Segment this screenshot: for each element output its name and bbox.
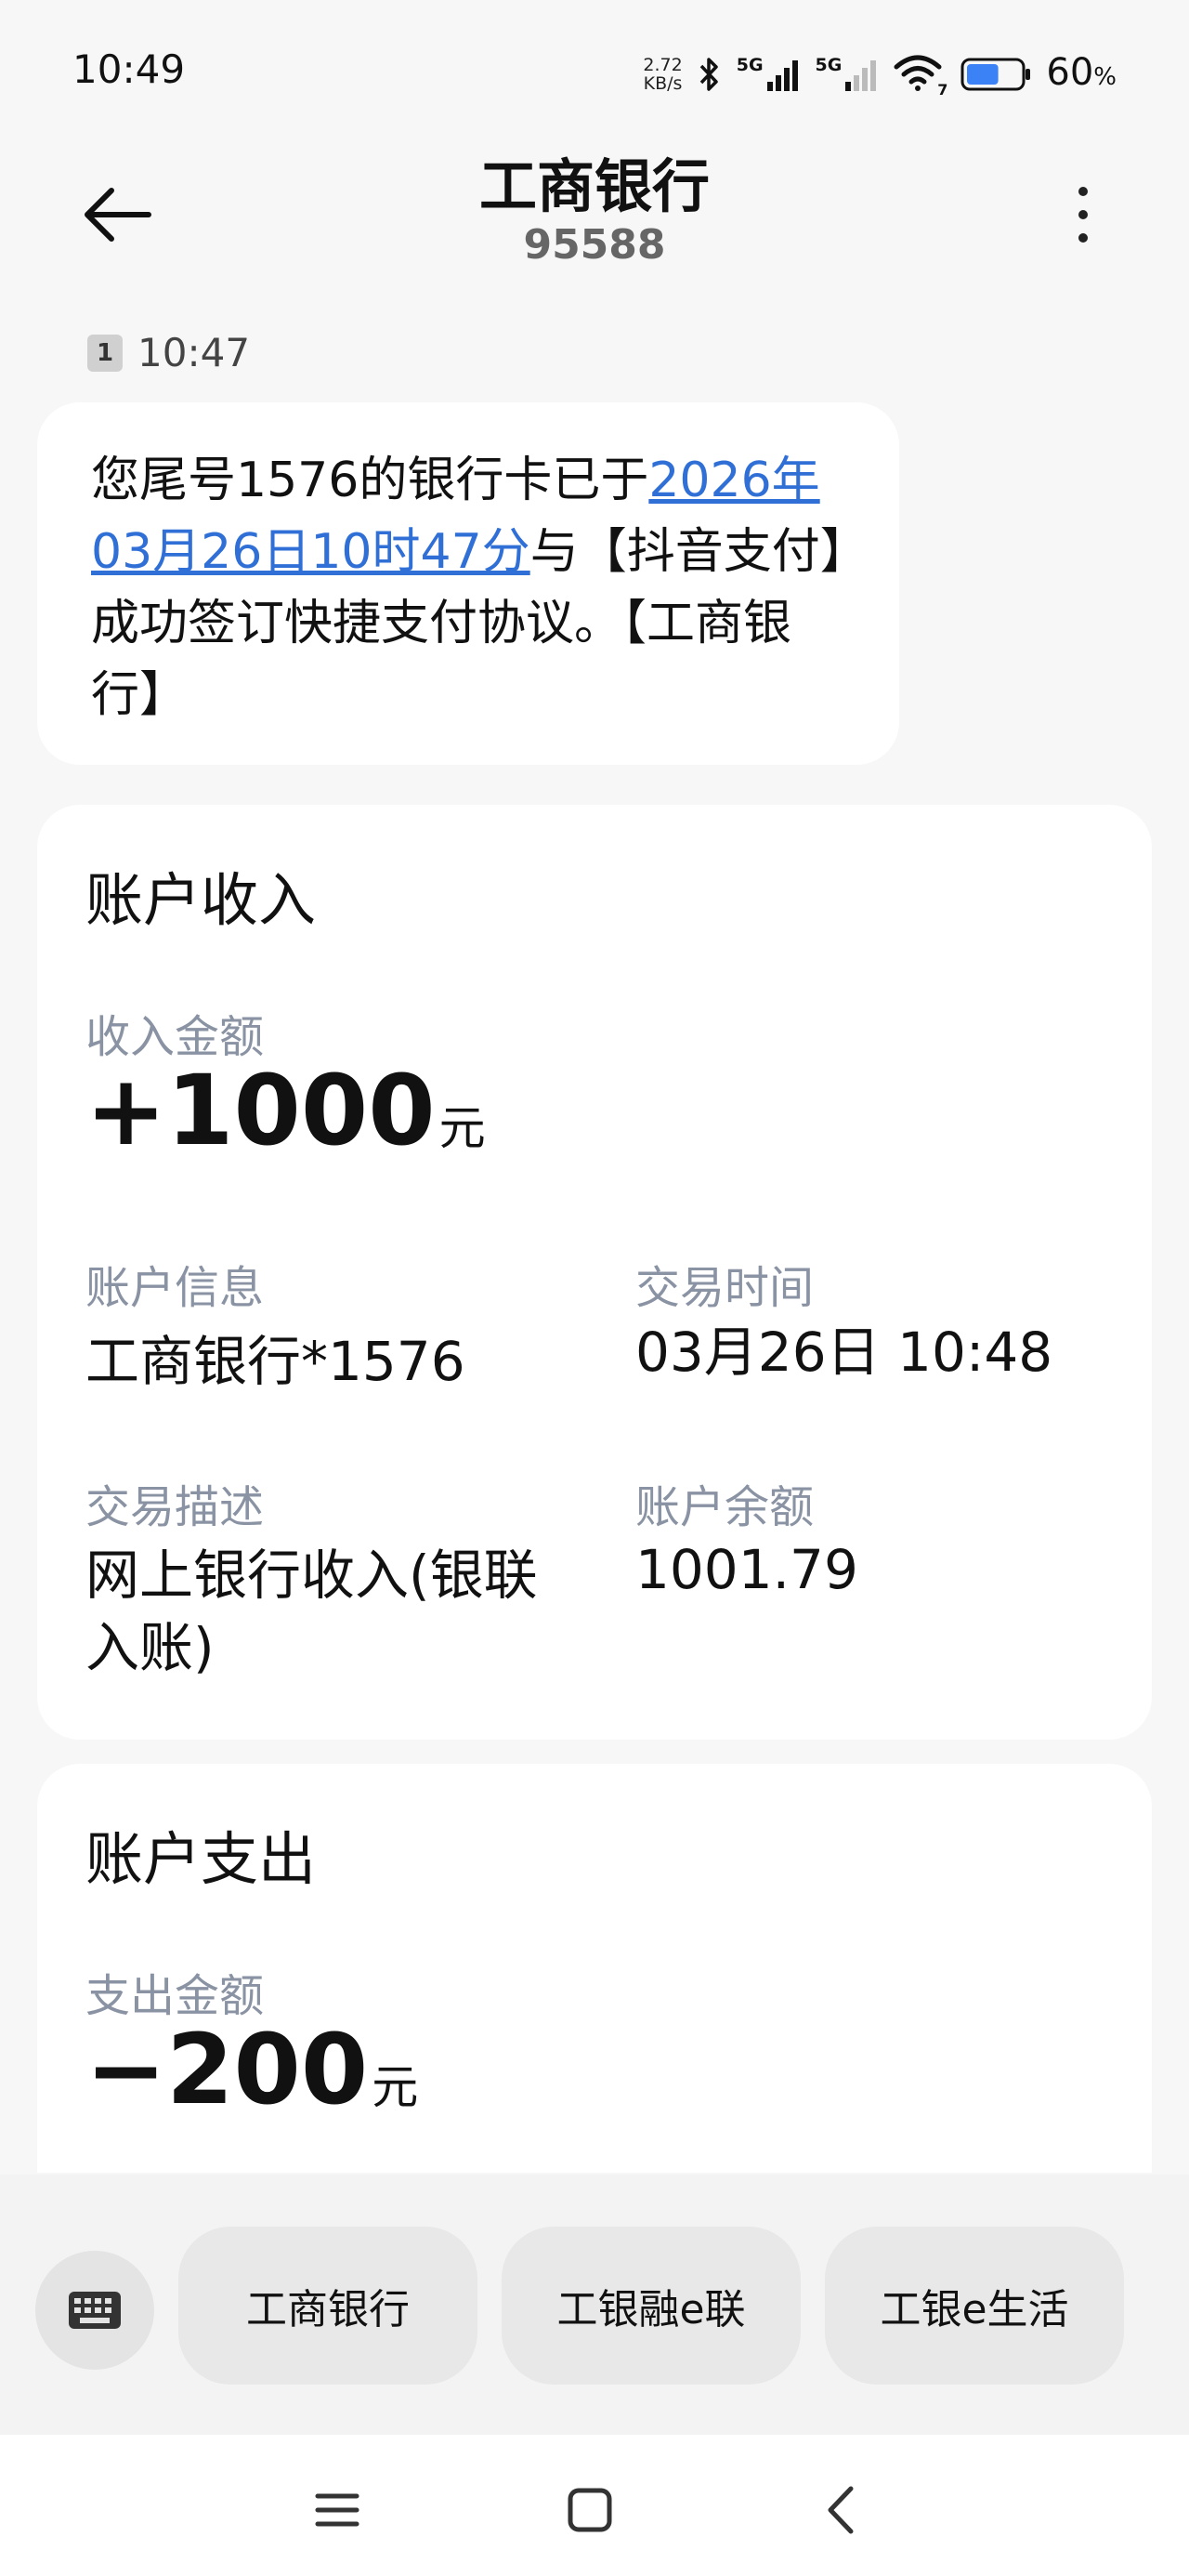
- battery-percent-value: 60: [1046, 50, 1094, 94]
- wifi: 7: [894, 54, 947, 99]
- battery-icon: [960, 58, 1031, 91]
- income-amount-unit: 元: [438, 1101, 486, 1155]
- message-bubble[interactable]: 您尾号1576的银行卡已于2026年03月26日10时47分与【抖音支付】成功签…: [37, 402, 899, 765]
- expense-card[interactable]: 账户支出 支出金额 −200 元: [37, 1764, 1152, 2173]
- income-amount-value: +1000: [85, 1054, 436, 1167]
- income-card-title: 账户收入: [85, 866, 317, 934]
- expense-amount-unit: 元: [372, 2060, 419, 2114]
- network-speed-value: 2.72: [643, 55, 683, 75]
- signal-bars-icon: [845, 60, 877, 91]
- transaction-desc-label: 交易描述: [85, 1481, 265, 1533]
- network-speed-unit: KB/s: [643, 73, 683, 94]
- account-balance-label: 账户余额: [635, 1481, 815, 1533]
- quick-reply-rongelian[interactable]: 工银融e联: [502, 2227, 801, 2385]
- signal-2-label: 5G: [815, 55, 843, 75]
- more-options-icon[interactable]: [1065, 173, 1102, 256]
- account-balance-value: 1001.79: [635, 1538, 858, 1601]
- signal-bars-icon: [766, 60, 798, 91]
- account-info-label: 账户信息: [85, 1262, 265, 1314]
- conversation-header: 工商银行 95588: [0, 139, 1189, 307]
- signal-2: 5G: [816, 56, 882, 93]
- quick-reply-elife[interactable]: 工银e生活: [825, 2227, 1124, 2385]
- menu-icon[interactable]: [305, 2477, 370, 2543]
- transaction-desc-value: 网上银行收入(银联入账): [85, 1544, 538, 1679]
- transaction-time-value: 03月26日 10:48: [635, 1321, 1053, 1384]
- home-square-icon[interactable]: [557, 2477, 622, 2543]
- wifi-badge: 7: [937, 81, 948, 99]
- conversation-number: 95588: [523, 221, 666, 269]
- keyboard-icon: [69, 2292, 121, 2329]
- expense-amount: −200 元: [85, 2013, 418, 2126]
- back-chevron-icon[interactable]: [810, 2477, 875, 2543]
- message-text-before: 您尾号1576的银行卡已于: [91, 453, 649, 508]
- quick-reply-bar: 工商银行 工银融e联 工银e生活: [0, 2175, 1189, 2435]
- wifi-icon: [894, 55, 942, 91]
- account-info-value: 工商银行*1576: [85, 1330, 465, 1393]
- income-card[interactable]: 账户收入 收入金额 +1000 元 账户信息 工商银行*1576 交易时间 03月…: [37, 805, 1152, 1740]
- bluetooth-icon: [699, 58, 718, 91]
- network-speed: 2.72 KB/s: [643, 56, 682, 93]
- conversation-title: 工商银行: [478, 152, 710, 220]
- status-icons: 2.72 KB/s 5G 5G 7 60%: [643, 46, 1117, 102]
- signal-1-label: 5G: [736, 55, 764, 75]
- battery-percent-unit: %: [1093, 62, 1117, 91]
- status-bar: 10:49 2.72 KB/s 5G 5G 7 60%: [0, 0, 1189, 139]
- message-timestamp: 1 10:47: [87, 330, 250, 375]
- battery-percent: 60%: [1046, 54, 1117, 96]
- transaction-time-label: 交易时间: [635, 1262, 815, 1314]
- signal-1: 5G: [737, 56, 803, 93]
- expense-card-title: 账户支出: [85, 1825, 317, 1893]
- income-amount: +1000 元: [85, 1054, 486, 1167]
- quick-reply-icbc[interactable]: 工商银行: [178, 2227, 477, 2385]
- system-nav-bar: [0, 2435, 1189, 2576]
- status-time: 10:49: [72, 46, 186, 92]
- sim-badge: 1: [87, 334, 123, 372]
- expense-amount-value: −200: [85, 2013, 369, 2126]
- message-time: 10:47: [137, 330, 251, 375]
- keyboard-button[interactable]: [35, 2251, 154, 2370]
